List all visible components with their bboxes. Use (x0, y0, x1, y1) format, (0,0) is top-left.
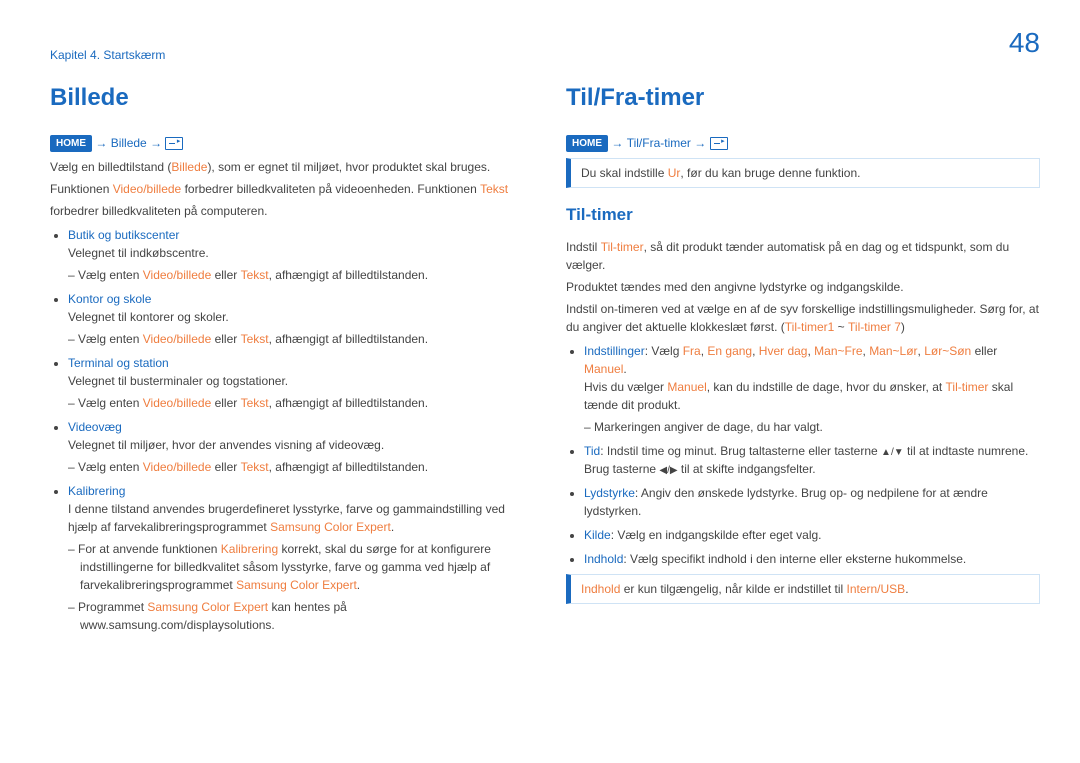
path-link: Til/Fra-timer (627, 136, 691, 150)
item-desc: Velegnet til indkøbscentre. (68, 244, 524, 262)
body-text: Funktionen Video/billede forbedrer bille… (50, 180, 524, 198)
right-column: Til/Fra-timer HOME → Til/Fra-timer → Du … (566, 80, 1040, 640)
body-text: Vælg en billedtilstand (Billede), som er… (50, 158, 524, 176)
item-desc: I denne tilstand anvendes brugerdefinere… (68, 500, 524, 536)
subheading-tiltimer: Til-timer (566, 202, 1040, 228)
nav-path-billede: HOME → Billede → (50, 134, 524, 152)
highlight-term: Billede (171, 160, 207, 174)
dash-item: Vælg enten Video/billede eller Tekst, af… (80, 394, 524, 412)
item-label: Terminal og station (68, 356, 169, 370)
section-heading-billede: Billede (50, 80, 524, 116)
dash-item: Vælg enten Video/billede eller Tekst, af… (80, 266, 524, 284)
arrow-icon: → (694, 136, 706, 150)
list-item: Butik og butikscenter Velegnet til indkø… (68, 226, 524, 284)
section-heading-timer: Til/Fra-timer (566, 80, 1040, 116)
arrow-icon: → (95, 136, 107, 150)
arrow-icon: → (150, 136, 162, 150)
list-item: Lydstyrke: Angiv den ønskede lydstyrke. … (584, 484, 1040, 520)
item-desc: Velegnet til kontorer og skoler. (68, 308, 524, 326)
dash-item: Vælg enten Video/billede eller Tekst, af… (80, 458, 524, 476)
chapter-title: Kapitel 4. Startskærm (50, 46, 165, 64)
home-badge: HOME (566, 135, 608, 152)
list-item: Indhold: Vælg specifikt indhold i den in… (584, 550, 1040, 568)
list-item: Indstillinger: Vælg Fra, En gang, Hver d… (584, 342, 1040, 436)
item-label: Butik og butikscenter (68, 228, 179, 242)
highlight-term: Tekst (480, 182, 508, 196)
note-box: Du skal indstille Ur, før du kan bruge d… (566, 158, 1040, 188)
bullet-list: Indstillinger: Vælg Fra, En gang, Hver d… (566, 342, 1040, 568)
list-item: Kontor og skole Velegnet til kontorer og… (68, 290, 524, 348)
list-item: Videovæg Velegnet til miljøer, hvor der … (68, 418, 524, 476)
document-page: Kapitel 4. Startskærm 48 Billede HOME → … (0, 0, 1080, 640)
item-label: Tid (584, 444, 600, 458)
item-desc: Velegnet til miljøer, hvor der anvendes … (68, 436, 524, 454)
page-header: Kapitel 4. Startskærm 48 (50, 22, 1040, 64)
arrow-icon: → (611, 136, 623, 150)
highlight-term: Video/billede (113, 182, 182, 196)
left-column: Billede HOME → Billede → Vælg en billedt… (50, 80, 524, 640)
item-desc: Hvis du vælger Manuel, kan du indstille … (584, 378, 1040, 414)
item-label: Videovæg (68, 420, 122, 434)
leftright-icon: ◀/▶ (659, 465, 677, 476)
body-text: forbedrer billedkvaliteten på computeren… (50, 202, 524, 220)
bullet-list: Butik og butikscenter Velegnet til indkø… (50, 226, 524, 634)
updown-icon: ▲/▼ (881, 447, 904, 458)
list-item: Tid: Indstil time og minut. Brug taltast… (584, 442, 1040, 478)
home-badge: HOME (50, 135, 92, 152)
nav-path-timer: HOME → Til/Fra-timer → (566, 134, 1040, 152)
enter-icon (710, 137, 728, 150)
dash-item: Vælg enten Video/billede eller Tekst, af… (80, 330, 524, 348)
item-desc: Velegnet til busterminaler og togstation… (68, 372, 524, 390)
list-item: Terminal og station Velegnet til busterm… (68, 354, 524, 412)
dash-item: For at anvende funktionen Kalibrering ko… (80, 540, 524, 594)
body-text: Indstil on-timeren ved at vælge en af de… (566, 300, 1040, 336)
list-item: Kalibrering I denne tilstand anvendes br… (68, 482, 524, 634)
body-text: Indstil Til-timer, så dit produkt tænder… (566, 238, 1040, 274)
enter-icon (165, 137, 183, 150)
item-label: Lydstyrke (584, 486, 635, 500)
dash-item: Markeringen angiver de dage, du har valg… (596, 418, 1040, 436)
list-item: Kilde: Vælg en indgangskilde efter eget … (584, 526, 1040, 544)
item-label: Kontor og skole (68, 292, 151, 306)
dash-item: Programmet Samsung Color Expert kan hent… (80, 598, 524, 634)
item-label: Indhold (584, 552, 623, 566)
item-label: Kalibrering (68, 484, 125, 498)
item-label: Indstillinger (584, 344, 645, 358)
path-link: Billede (111, 136, 147, 150)
note-box: Indhold er kun tilgængelig, når kilde er… (566, 574, 1040, 604)
page-number: 48 (1009, 22, 1040, 64)
item-label: Kilde (584, 528, 611, 542)
body-text: Produktet tændes med den angivne lydstyr… (566, 278, 1040, 296)
